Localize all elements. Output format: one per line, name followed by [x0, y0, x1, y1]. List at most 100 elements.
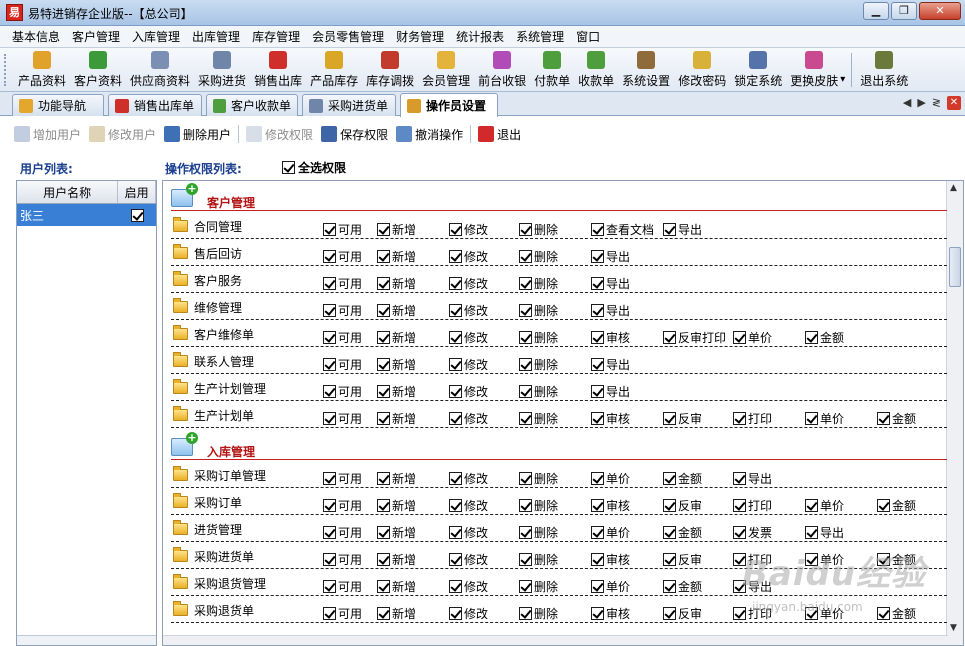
tab-list-icon[interactable]: ≷ [932, 96, 941, 110]
permission-checkbox[interactable] [805, 412, 818, 425]
permission-option[interactable]: 导出 [805, 524, 844, 541]
permission-option[interactable]: 删除 [519, 356, 558, 373]
permission-checkbox[interactable] [519, 223, 532, 236]
permission-checkbox[interactable] [591, 580, 604, 593]
toolbar-button[interactable]: 销售出库 [250, 51, 306, 91]
permission-option[interactable]: 修改 [449, 551, 488, 568]
permission-checkbox[interactable] [323, 412, 336, 425]
permission-checkbox[interactable] [877, 607, 890, 620]
permission-option[interactable]: 新增 [377, 497, 416, 514]
permission-checkbox[interactable] [449, 277, 462, 290]
permission-checkbox[interactable] [663, 223, 676, 236]
edit-user-button[interactable]: 修改用户 [85, 126, 160, 143]
permission-option[interactable]: 修改 [449, 410, 488, 427]
permission-option[interactable]: 删除 [519, 410, 558, 427]
close-tab-icon[interactable]: ✕ [947, 96, 961, 110]
permission-checkbox[interactable] [733, 526, 746, 539]
permission-option[interactable]: 金额 [877, 410, 916, 427]
permission-checkbox[interactable] [591, 304, 604, 317]
permission-option[interactable]: 删除 [519, 578, 558, 595]
permission-checkbox[interactable] [323, 385, 336, 398]
permission-option[interactable]: 查看文档 [591, 221, 654, 238]
permission-checkbox[interactable] [877, 499, 890, 512]
permission-option[interactable]: 修改 [449, 329, 488, 346]
permission-option[interactable]: 删除 [519, 383, 558, 400]
permission-checkbox[interactable] [519, 472, 532, 485]
permission-checkbox[interactable] [733, 331, 746, 344]
permission-checkbox[interactable] [449, 385, 462, 398]
scroll-up-icon[interactable]: ▲ [950, 183, 957, 193]
toolbar-button[interactable]: 客户资料 [70, 51, 126, 91]
toolbar-button[interactable]: 产品库存 [306, 51, 362, 91]
menu-finance[interactable]: 财务管理 [390, 28, 450, 45]
permission-checkbox[interactable] [323, 499, 336, 512]
permission-option[interactable]: 修改 [449, 302, 488, 319]
permission-option[interactable]: 金额 [805, 329, 844, 346]
permission-option[interactable]: 新增 [377, 302, 416, 319]
permission-option[interactable]: 修改 [449, 578, 488, 595]
select-all-permissions[interactable]: 全选权限 [282, 159, 346, 176]
save-button[interactable]: 保存权限 [317, 126, 392, 143]
permission-option[interactable]: 反审 [663, 410, 702, 427]
permission-option[interactable]: 导出 [591, 356, 630, 373]
permission-checkbox[interactable] [733, 607, 746, 620]
user-row[interactable]: 张三 [17, 204, 156, 226]
permission-option[interactable]: 可用 [323, 578, 362, 595]
permission-checkbox[interactable] [449, 472, 462, 485]
permission-checkbox[interactable] [377, 304, 390, 317]
permission-checkbox[interactable] [449, 304, 462, 317]
permission-option[interactable]: 反审 [663, 497, 702, 514]
permission-option[interactable]: 新增 [377, 356, 416, 373]
permission-checkbox[interactable] [663, 553, 676, 566]
permission-checkbox[interactable] [591, 526, 604, 539]
permission-checkbox[interactable] [449, 358, 462, 371]
permission-checkbox[interactable] [663, 412, 676, 425]
permission-checkbox[interactable] [519, 358, 532, 371]
permission-checkbox[interactable] [449, 331, 462, 344]
toolbar-button[interactable]: 收款单 [574, 51, 618, 91]
permission-checkbox[interactable] [519, 580, 532, 593]
permission-option[interactable]: 导出 [591, 302, 630, 319]
toolbar-button[interactable]: 供应商资料 [126, 51, 194, 91]
permission-option[interactable]: 修改 [449, 275, 488, 292]
permission-checkbox[interactable] [449, 223, 462, 236]
permission-checkbox[interactable] [733, 472, 746, 485]
permission-option[interactable]: 可用 [323, 410, 362, 427]
permission-option[interactable]: 金额 [877, 605, 916, 622]
permission-checkbox[interactable] [377, 331, 390, 344]
permission-checkbox[interactable] [323, 304, 336, 317]
permission-checkbox[interactable] [519, 412, 532, 425]
permission-checkbox[interactable] [377, 472, 390, 485]
permission-option[interactable]: 审核 [591, 497, 630, 514]
tab-customer-receipt[interactable]: 客户收款单 [206, 94, 298, 116]
permission-checkbox[interactable] [323, 277, 336, 290]
permission-option[interactable]: 修改 [449, 470, 488, 487]
minimize-icon[interactable]: ▁ [863, 2, 889, 20]
permission-checkbox[interactable] [591, 250, 604, 263]
permission-checkbox[interactable] [805, 331, 818, 344]
permission-option[interactable]: 单价 [805, 497, 844, 514]
permission-option[interactable]: 修改 [449, 356, 488, 373]
permission-option[interactable]: 新增 [377, 578, 416, 595]
permission-option[interactable]: 修改 [449, 497, 488, 514]
permission-option[interactable]: 新增 [377, 410, 416, 427]
permission-option[interactable]: 修改 [449, 221, 488, 238]
edit-permission-button[interactable]: 修改权限 [242, 126, 317, 143]
permission-checkbox[interactable] [591, 358, 604, 371]
toolbar-button[interactable]: 更换皮肤 [786, 51, 842, 91]
permission-checkbox[interactable] [323, 553, 336, 566]
permission-checkbox[interactable] [323, 250, 336, 263]
scroll-right-icon[interactable]: ▶ [917, 96, 925, 110]
permission-option[interactable]: 审核 [591, 605, 630, 622]
user-list-hscrollbar[interactable] [17, 635, 156, 645]
permission-option[interactable]: 新增 [377, 329, 416, 346]
permission-option[interactable]: 删除 [519, 605, 558, 622]
permission-option[interactable]: 可用 [323, 497, 362, 514]
permission-checkbox[interactable] [323, 472, 336, 485]
permission-option[interactable]: 可用 [323, 524, 362, 541]
permission-option[interactable]: 新增 [377, 551, 416, 568]
permission-vscrollbar[interactable]: ▲ ▼ [946, 181, 963, 645]
menu-outbound-management[interactable]: 出库管理 [186, 28, 246, 45]
permission-checkbox[interactable] [663, 580, 676, 593]
permission-checkbox[interactable] [449, 499, 462, 512]
